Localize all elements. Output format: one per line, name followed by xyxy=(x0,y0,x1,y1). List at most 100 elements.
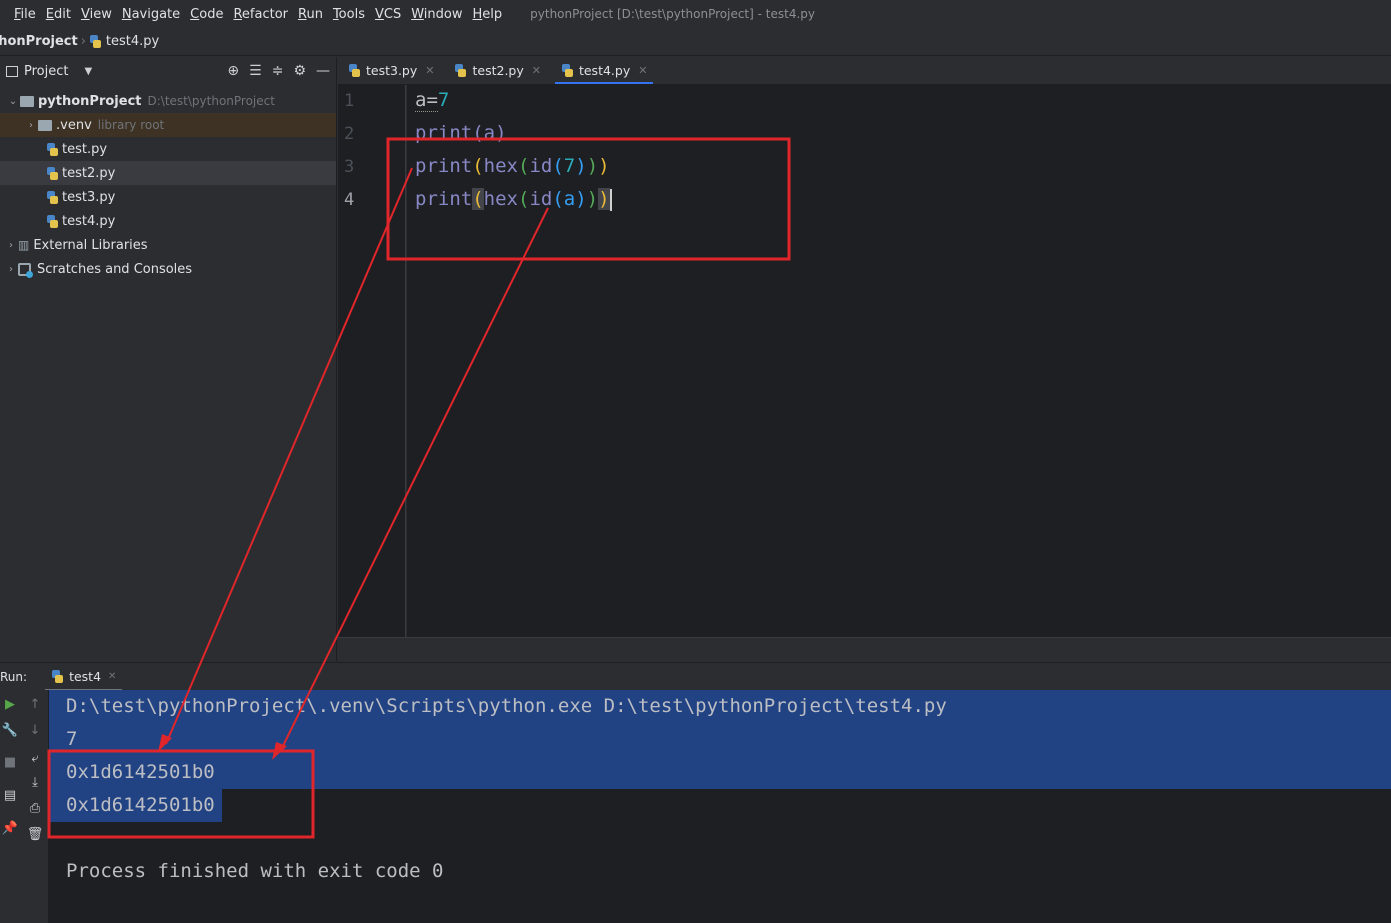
run-console[interactable]: D:\test\pythonProject\.venv\Scripts\pyth… xyxy=(49,690,1391,923)
code-token: 7 xyxy=(437,89,450,111)
tab-test2[interactable]: test2.py ✕ xyxy=(444,57,550,84)
tree-item-file[interactable]: test.py xyxy=(0,137,336,161)
layout-icon[interactable]: ▤ xyxy=(0,785,20,805)
tab-label: test3.py xyxy=(366,63,418,78)
menu-help[interactable]: Help xyxy=(473,7,503,22)
text-caret xyxy=(609,188,612,211)
code-line: a=7 xyxy=(415,89,450,112)
chevron-right-icon[interactable]: › xyxy=(24,120,38,131)
locate-icon[interactable]: ⊕ xyxy=(227,63,239,79)
code-token: id xyxy=(529,188,553,210)
project-view-icon xyxy=(6,65,18,77)
chevron-right-icon[interactable]: › xyxy=(4,264,18,275)
close-icon[interactable]: ✕ xyxy=(638,64,647,77)
run-tab-test4[interactable]: test4 ✕ xyxy=(45,663,123,691)
code-token: ( xyxy=(517,188,530,210)
menu-view[interactable]: View xyxy=(81,7,112,22)
chevron-down-icon[interactable]: ▼ xyxy=(84,66,92,77)
project-tree: ⌄ pythonProject D:\test\pythonProject › … xyxy=(0,85,336,281)
menu-edit[interactable]: Edit xyxy=(46,7,71,22)
tree-item-file[interactable]: test2.py xyxy=(0,161,336,185)
menu-vcs[interactable]: VCS xyxy=(375,7,401,22)
tab-test3[interactable]: test3.py ✕ xyxy=(338,57,444,84)
console-line: 7 xyxy=(66,728,78,750)
code-token: ( xyxy=(472,188,484,210)
soft-wrap-icon[interactable]: ⤶ xyxy=(25,748,45,768)
folder-icon xyxy=(38,119,52,131)
tab-test4[interactable]: test4.py ✕ xyxy=(551,57,657,84)
tree-item-file[interactable]: test3.py xyxy=(0,185,336,209)
pin-icon[interactable]: 📌 xyxy=(0,818,20,838)
minimize-icon[interactable]: — xyxy=(316,63,330,79)
code-line: print(hex(id(a))) xyxy=(415,188,612,211)
wrench-icon[interactable]: 🔧 xyxy=(0,720,20,740)
code-token: ) xyxy=(598,188,610,210)
scratches-icon xyxy=(18,262,33,278)
expand-all-icon[interactable]: ☰ xyxy=(249,63,262,79)
code-editor[interactable]: a=7 print(a) print(hex(id(7))) print(hex… xyxy=(407,85,1391,637)
run-label: Run: xyxy=(0,669,28,684)
menu-file[interactable]: File xyxy=(14,7,36,22)
menu-run[interactable]: Run xyxy=(298,7,323,22)
rerun-icon[interactable]: ▶ xyxy=(0,694,20,714)
run-toolbar-left: ▶ 🔧 ■ ▤ 📌 xyxy=(0,690,21,923)
code-token: ) xyxy=(575,155,587,177)
print-icon[interactable]: ⎙ xyxy=(25,798,45,818)
menu-navigate[interactable]: Navigate xyxy=(122,7,180,22)
menu-tools[interactable]: Tools xyxy=(333,7,365,22)
trash-icon[interactable]: 🗑 xyxy=(25,824,45,844)
arrow-down-icon[interactable]: ↓ xyxy=(25,720,45,740)
tree-item-file[interactable]: test4.py xyxy=(0,209,336,233)
collapse-all-icon[interactable]: ≑ xyxy=(272,63,284,79)
code-token: ( xyxy=(517,155,530,177)
python-file-icon xyxy=(454,64,467,77)
project-panel-title[interactable]: Project xyxy=(24,64,68,79)
code-token: id xyxy=(529,155,553,177)
tree-external-libraries-label: External Libraries xyxy=(33,237,148,253)
tree-item-scratches[interactable]: › Scratches and Consoles xyxy=(0,257,336,281)
close-icon[interactable]: ✕ xyxy=(532,64,541,77)
breadcrumb-file[interactable]: test4.py xyxy=(89,34,159,49)
tree-venv-label: .venv xyxy=(56,117,92,133)
code-token: hex xyxy=(483,155,518,177)
menu-refactor[interactable]: Refactor xyxy=(233,7,288,22)
close-icon[interactable]: ✕ xyxy=(425,64,434,77)
stop-icon[interactable]: ■ xyxy=(0,752,20,772)
arrow-up-icon[interactable]: ↑ xyxy=(25,694,45,714)
run-toolbar-right: ↑ ↓ ⤶ ⤓ ⎙ 🗑 xyxy=(21,690,49,923)
scroll-to-end-icon[interactable]: ⤓ xyxy=(25,772,45,792)
library-icon: ▥ xyxy=(18,238,30,252)
run-panel-header: Run: test4 ✕ xyxy=(0,662,1391,691)
tree-item-root[interactable]: ⌄ pythonProject D:\test\pythonProject xyxy=(0,89,336,113)
python-file-icon xyxy=(561,64,574,77)
code-token: (a xyxy=(552,188,576,210)
tree-item-venv[interactable]: › .venv library root xyxy=(0,113,336,137)
code-token: a= xyxy=(415,89,438,112)
menu-window[interactable]: Window xyxy=(411,7,462,22)
editor-gutter: 1 2 3 4 xyxy=(338,85,406,637)
editor-tab-bar: test3.py ✕ test2.py ✕ test4.py ✕ xyxy=(338,57,1391,85)
breadcrumb-project[interactable]: thonProject xyxy=(0,34,78,49)
chevron-down-icon[interactable]: ⌄ xyxy=(6,96,20,107)
line-number: 2 xyxy=(344,124,355,144)
tree-root-path: D:\test\pythonProject xyxy=(147,94,275,108)
tree-item-external-libraries[interactable]: › ▥ External Libraries xyxy=(0,233,336,257)
code-token: print(a) xyxy=(415,122,507,144)
code-line: print(a) xyxy=(415,122,507,144)
tree-file-label: test3.py xyxy=(62,189,116,205)
close-icon[interactable]: ✕ xyxy=(108,671,116,682)
project-panel: Project ▼ ⊕ ☰ ≑ ⚙ — ⌄ pythonProject D:\t… xyxy=(0,57,337,661)
run-tab-label: test4 xyxy=(69,669,102,684)
code-token: hex xyxy=(483,188,518,210)
python-file-icon xyxy=(46,166,59,180)
code-token: ) xyxy=(586,188,599,210)
python-file-icon xyxy=(46,142,59,156)
chevron-right-icon[interactable]: › xyxy=(4,240,18,251)
code-token: ) xyxy=(586,155,599,177)
line-number: 3 xyxy=(344,157,355,177)
menu-code[interactable]: Code xyxy=(190,7,223,22)
console-line: 0x1d6142501b0 xyxy=(66,761,215,783)
tab-label: test2.py xyxy=(472,63,524,78)
gear-icon[interactable]: ⚙ xyxy=(293,63,306,79)
code-token: 7 xyxy=(563,155,576,177)
